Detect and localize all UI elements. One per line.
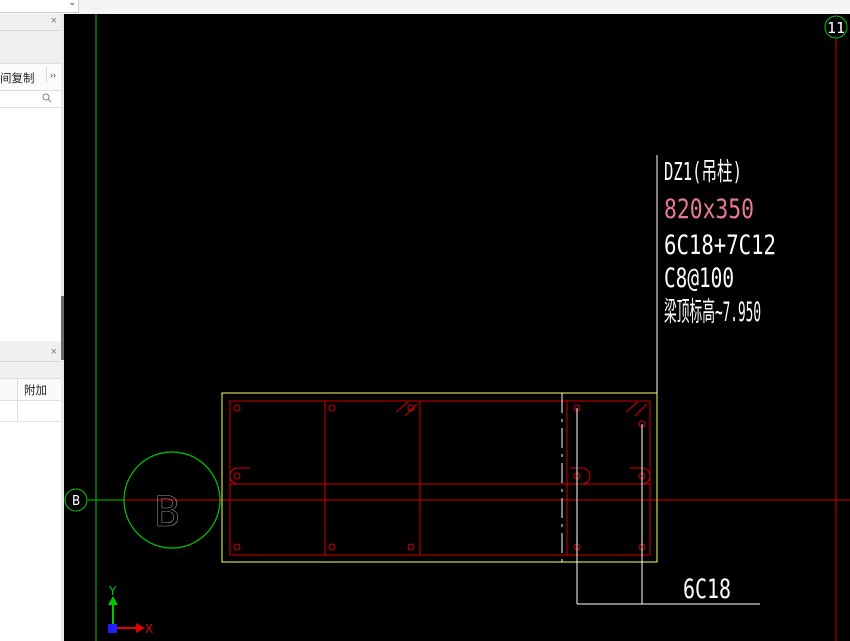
stirrup-label: C8@100 (664, 263, 734, 294)
rebar (328, 543, 336, 551)
stirrup-hook (634, 403, 648, 417)
column-divider (17, 401, 18, 421)
rebar-callout-label: 6C18 (683, 574, 731, 605)
axis-label-11: 11 (827, 19, 845, 37)
rebar (233, 404, 241, 412)
component-panel: × 间复制 ›› (0, 14, 62, 341)
tie-hook (630, 467, 651, 485)
close-icon[interactable]: × (51, 14, 57, 28)
rebar (407, 543, 415, 551)
column-divider (17, 379, 18, 400)
elevation-label: 梁顶标高~7.950 (664, 297, 761, 328)
table-row[interactable] (0, 401, 61, 422)
ucs-x-label: X (145, 622, 153, 636)
stirrup-hook (395, 401, 409, 413)
toolbar-dropdown[interactable]: ⌄ (0, 0, 79, 13)
ucs-x-arrow (136, 623, 145, 633)
column-outline[interactable] (221, 392, 658, 563)
chevron-down-icon: ⌄ (68, 0, 76, 7)
axis-label-b-small: B (72, 494, 80, 509)
rebar (328, 404, 336, 412)
close-icon[interactable]: × (51, 345, 57, 359)
search-input[interactable] (0, 91, 61, 108)
column-size-label: 820x350 (664, 194, 754, 225)
property-panel: × 附加 (0, 345, 62, 641)
rebar (233, 472, 241, 480)
drawing-canvas[interactable]: B B 11 DZ1(吊柱) 820x350 6C18+7C12 C8@100 … (64, 14, 850, 641)
main-rebar-label: 6C18+7C12 (664, 230, 776, 261)
rebar-group (233, 404, 646, 551)
panel-toolbar-area (0, 31, 61, 64)
search-icon[interactable] (42, 93, 52, 103)
rebar (233, 543, 241, 551)
stirrup-hook (625, 401, 639, 413)
stirrup-hook (404, 403, 418, 417)
panel-toolbar-area (0, 362, 61, 379)
ucs-y-label: Y (108, 584, 117, 598)
axis-label-b: B (154, 487, 179, 536)
panel-titlebar: × (0, 345, 61, 362)
panel-tools: 间复制 ›› (0, 64, 61, 91)
column-name-label: DZ1(吊柱) (664, 157, 742, 186)
table-header: 附加 (0, 379, 61, 401)
more-tools-button[interactable]: ›› (46, 67, 59, 83)
ucs-origin (108, 624, 117, 633)
copy-between-button[interactable]: 间复制 (0, 70, 35, 86)
rebar-cage (229, 400, 651, 556)
column-header-attach: 附加 (24, 385, 47, 397)
top-toolbar: ⌄ (0, 0, 850, 15)
panel-titlebar: × (0, 14, 61, 31)
